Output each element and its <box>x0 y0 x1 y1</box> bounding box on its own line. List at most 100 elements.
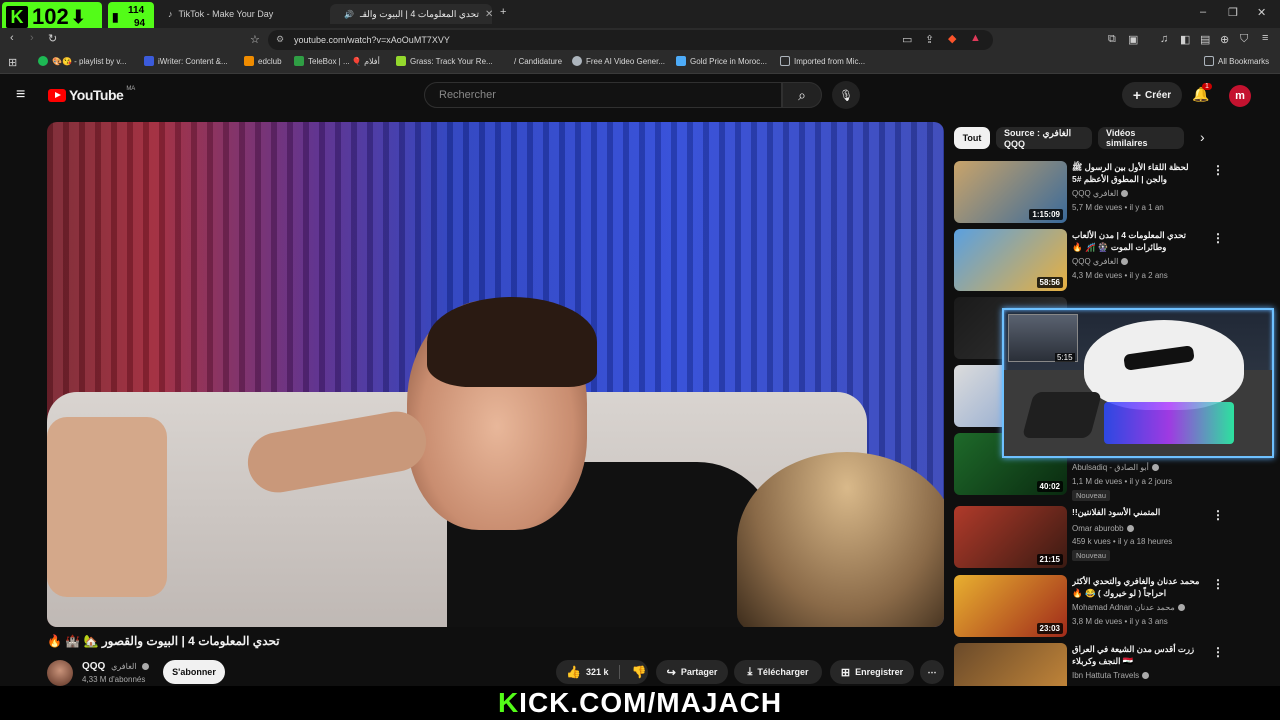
recommendation-title[interactable]: زرت أقدس مدن الشيعة في العراق 🇮🇶 النجف و… <box>1072 643 1202 667</box>
chip-source[interactable]: Source : الغافري QQQ <box>996 127 1092 149</box>
bookmark-item[interactable]: TeleBox | ... 🎈 أفلام <box>294 56 380 66</box>
subscribe-button[interactable]: S'abonner <box>163 660 225 684</box>
new-badge: Nouveau <box>1072 490 1111 501</box>
tab-manager-icon[interactable]: ▤ <box>1200 33 1210 46</box>
vpn-icon[interactable]: ⛉ <box>1240 33 1248 46</box>
forward-icon[interactable]: › <box>30 32 34 44</box>
recommendation-channel[interactable]: Omar aburobb <box>1072 524 1134 533</box>
duration: 21:15 <box>1036 554 1063 565</box>
translate-icon[interactable]: ⊕ <box>1220 33 1229 46</box>
new-tab-icon[interactable]: + <box>500 6 506 18</box>
recommendation-title[interactable]: محمد عدنان والغافري والتحدي الأكثر احراج… <box>1072 575 1202 599</box>
video-thumbnail[interactable]: 1:15:09 <box>954 161 1067 223</box>
share-page-icon[interactable]: ⇪ <box>925 33 934 46</box>
recommendation-item[interactable]: 58:56 تحدي المعلومات 4 | مدن الألعاب وطا… <box>954 229 1276 293</box>
voice-search-button[interactable]: 🎙 <box>832 81 860 109</box>
tab-youtube[interactable]: 🔊 تحدي المعلومات 4 | البيوت والقـ ✕ <box>330 4 492 24</box>
avatar[interactable]: m <box>1229 85 1251 107</box>
channel-avatar[interactable] <box>47 660 73 686</box>
recommendation-channel[interactable]: QQQ الغافري <box>1072 189 1129 198</box>
download-button[interactable]: ⤓ Télécharger <box>734 660 822 684</box>
minimize-icon[interactable]: – <box>1200 6 1206 18</box>
bookmark-item[interactable]: Grass: Track Your Re... <box>396 56 493 66</box>
bookmark-star-icon[interactable]: ☆ <box>250 33 260 46</box>
keyboard <box>1104 402 1234 444</box>
close-window-icon[interactable]: ✕ <box>1257 6 1266 19</box>
youtube-header: ≡ YouTube MA Rechercher ⌕ 🎙 + Créer 🔔 1 m <box>0 76 1280 116</box>
like-button[interactable]: 👍 321 k <box>566 665 608 679</box>
kick-logo-icon: K <box>6 6 28 28</box>
recommendation-channel[interactable]: QQQ الغافري <box>1072 257 1129 266</box>
chip-all[interactable]: Tout <box>954 127 990 149</box>
hamburger-menu-icon[interactable]: ≡ <box>16 86 25 104</box>
chevron-right-icon[interactable]: › <box>1200 129 1205 145</box>
channel-name[interactable]: QQQ الغافري <box>82 661 150 672</box>
video-thumbnail[interactable]: 58:56 <box>954 229 1067 291</box>
host-hair <box>427 297 597 387</box>
all-bookmarks[interactable]: All Bookmarks <box>1204 56 1269 66</box>
save-button[interactable]: ⊞ Enregistrer <box>830 660 914 684</box>
youtube-logo[interactable]: YouTube MA <box>48 86 135 103</box>
tab-label: تحدي المعلومات 4 | البيوت والقـ <box>359 8 479 19</box>
bookmark-item[interactable]: 🎨😘 - playlist by v... <box>38 56 126 66</box>
duration: 5:15 <box>1055 353 1075 362</box>
bookmark-item[interactable]: / Candidature <box>500 56 562 66</box>
brave-rewards-icon[interactable]: ▲ <box>970 32 981 44</box>
recommendation-title[interactable]: المتمني الأسود الفلانتين!! <box>1072 506 1202 518</box>
recommendation-channel[interactable]: Abulsadiq - أبو الصادق <box>1072 463 1159 472</box>
more-vertical-icon[interactable]: ⋮ <box>1212 231 1224 245</box>
notifications-button[interactable]: 🔔 1 <box>1192 83 1212 104</box>
recommendation-item[interactable]: 23:03 محمد عدنان والغافري والتحدي الأكثر… <box>954 575 1276 639</box>
apps-grid-icon[interactable]: ⊞ <box>8 56 17 69</box>
bookmark-item[interactable]: iWriter: Content &... <box>144 56 228 66</box>
brave-shield-icon[interactable]: ◆ <box>948 32 956 45</box>
back-icon[interactable]: ‹ <box>10 32 14 44</box>
recommendation-item[interactable]: 1:15:09 لحظة اللقاء الأول بين الرسول ﷺ و… <box>954 161 1276 225</box>
more-actions-button[interactable]: ⋯ <box>920 660 944 684</box>
search-input[interactable]: Rechercher <box>424 82 782 108</box>
bookmark-item[interactable]: Free AI Video Gener... <box>572 56 665 66</box>
reload-icon[interactable]: ↻ <box>48 32 57 45</box>
url-field[interactable]: ⚙ youtube.com/watch?v=xAoOuMT7XVY <box>268 30 993 50</box>
video-title: تحدي المعلومات 4 | البيوت والقصور 🏡 🏰 🔥 <box>47 634 280 648</box>
bookmark-icon: ⊞ <box>840 666 851 679</box>
video-thumbnail[interactable]: 23:03 <box>954 575 1067 637</box>
more-vertical-icon[interactable]: ⋮ <box>1212 163 1224 177</box>
more-vertical-icon[interactable]: ⋮ <box>1212 645 1224 659</box>
speaker-icon[interactable]: 🔊 <box>344 10 354 19</box>
wallet-icon[interactable]: ▣ <box>1128 33 1138 46</box>
bookmark-item[interactable]: edclub <box>244 56 282 66</box>
tab-tiktok[interactable]: ♪ TikTok - Make Your Day <box>160 4 325 24</box>
bookmark-item[interactable]: Gold Price in Moroc... <box>676 56 767 66</box>
more-vertical-icon[interactable]: ⋮ <box>1212 577 1224 591</box>
recommendation-meta: 459 k vues • il y a 18 heures <box>1072 537 1173 546</box>
recommendation-item[interactable]: 21:15 المتمني الأسود الفلانتين!! Omar ab… <box>954 506 1276 570</box>
media-icon[interactable]: ♫ <box>1160 33 1168 45</box>
recommendation-title[interactable]: لحظة اللقاء الأول بين الرسول ﷺ والجن | ا… <box>1072 161 1202 185</box>
thumbs-down-icon: 👎 <box>631 665 647 679</box>
bookmark-item[interactable]: Imported from Mic... <box>780 56 865 66</box>
ring-light <box>877 122 944 282</box>
recommendation-title[interactable]: تحدي المعلومات 4 | مدن الألعاب وطائرات ا… <box>1072 229 1202 253</box>
verified-icon <box>1151 464 1159 472</box>
more-vertical-icon[interactable]: ⋮ <box>1212 508 1224 522</box>
recommendation-meta: 4,3 M de vues • il y a 2 ans <box>1072 271 1168 280</box>
recommendation-channel[interactable]: Mohamad Adnan محمد عدنان <box>1072 603 1185 612</box>
recommendation-channel[interactable]: Ibn Hattuta Travels <box>1072 671 1150 680</box>
chip-similar[interactable]: Vidéos similaires <box>1098 127 1184 149</box>
duration: 23:03 <box>1036 623 1063 634</box>
create-button[interactable]: + Créer <box>1122 82 1182 108</box>
sidebar-icon[interactable]: ◧ <box>1180 33 1190 46</box>
cast-icon[interactable]: ▭ <box>902 33 912 46</box>
video-thumbnail[interactable]: 21:15 <box>954 506 1067 568</box>
restore-icon[interactable]: ❐ <box>1228 6 1238 19</box>
share-button[interactable]: ↪ Partager <box>656 660 728 684</box>
search-button[interactable]: ⌕ <box>782 82 822 108</box>
dislike-button[interactable]: 👎 <box>631 665 646 679</box>
close-tab-icon[interactable]: ✕ <box>485 9 492 20</box>
recommendation-meta: 1,1 M de vues • il y a 2 jours <box>1072 477 1173 486</box>
extensions-icon[interactable]: ⧉ <box>1108 33 1116 46</box>
menu-icon[interactable]: ≡ <box>1262 32 1268 44</box>
site-info-icon[interactable]: ⚙ <box>276 34 284 45</box>
video-player[interactable] <box>47 122 944 627</box>
